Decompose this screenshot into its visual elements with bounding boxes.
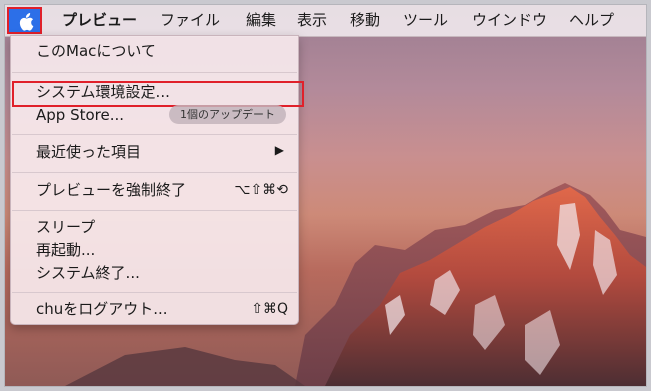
menu-item-sleep[interactable]: スリープ <box>36 216 95 238</box>
apple-menu-button[interactable] <box>7 7 42 34</box>
submenu-arrow-icon: ▶ <box>274 143 284 157</box>
menubar-item-preview[interactable]: プレビュー <box>62 5 137 36</box>
menu-item-force-quit[interactable]: プレビューを強制終了 <box>36 179 186 201</box>
menu-separator <box>12 172 297 173</box>
menubar-item-view[interactable]: 表示 <box>297 5 327 36</box>
menu-item-app-store[interactable]: App Store... <box>36 104 124 126</box>
menu-item-logout[interactable]: chuをログアウト... <box>36 298 168 320</box>
app-store-update-badge: 1個のアップデート <box>169 105 286 124</box>
logout-shortcut: ⇧⌘Q <box>251 301 288 317</box>
menubar-item-window[interactable]: ウインドウ <box>472 5 547 36</box>
menu-bar: プレビュー ファイル 編集 表示 移動 ツール ウインドウ ヘルプ <box>5 5 646 37</box>
menu-item-restart[interactable]: 再起動... <box>36 239 95 261</box>
menu-item-recent-items[interactable]: 最近使った項目 <box>36 141 141 163</box>
menubar-item-go[interactable]: 移動 <box>350 5 380 36</box>
force-quit-shortcut: ⌥⇧⌘⟲ <box>234 182 288 198</box>
menu-separator <box>12 72 297 73</box>
screenshot-frame: プレビュー ファイル 編集 表示 移動 ツール ウインドウ ヘルプ このMacに… <box>4 4 647 387</box>
menu-separator <box>12 134 297 135</box>
apple-logo-icon <box>19 13 34 31</box>
menu-separator <box>12 292 297 293</box>
menu-separator <box>12 210 297 211</box>
menu-item-shutdown[interactable]: システム終了... <box>36 262 140 284</box>
menu-item-about-this-mac[interactable]: このMacについて <box>36 40 156 62</box>
menubar-item-file[interactable]: ファイル <box>160 5 220 36</box>
menubar-item-edit[interactable]: 編集 <box>246 5 276 36</box>
apple-menu-dropdown: このMacについて システム環境設定... App Store... 1個のアッ… <box>10 35 304 325</box>
menubar-item-tools[interactable]: ツール <box>403 5 448 36</box>
menubar-item-help[interactable]: ヘルプ <box>569 5 614 36</box>
